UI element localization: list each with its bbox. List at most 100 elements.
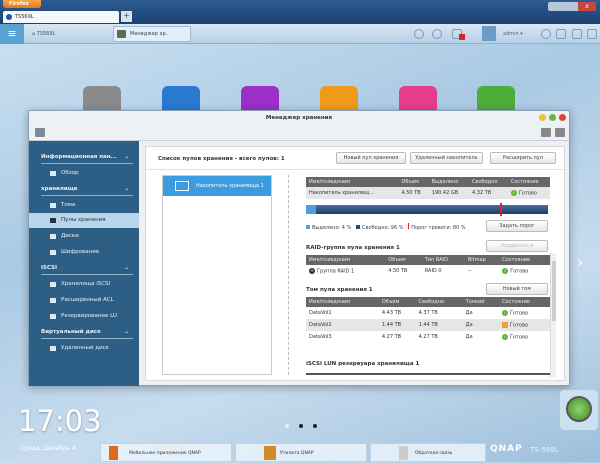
- qnap-logo: QNAP: [490, 444, 523, 454]
- iscsi-icon: [50, 282, 56, 287]
- sidebar-item-advanced-acl[interactable]: Расширенный ACL: [29, 293, 139, 308]
- check-icon: ✓: [501, 309, 508, 316]
- qnap-favicon-icon: [6, 14, 12, 20]
- next-page-arrow[interactable]: ›: [577, 252, 583, 271]
- expand-pool-button[interactable]: Расширить пул: [490, 152, 556, 164]
- allocated-fill: [306, 205, 316, 214]
- table-row[interactable]: Накопитель хранилищ... 4.50 TB 190.42 GB 4.…: [306, 187, 550, 199]
- settings-icon[interactable]: [541, 128, 551, 137]
- pool-list-item[interactable]: Накопитель хранилища 1: [163, 176, 271, 196]
- sidebar-group-virtual-disk[interactable]: Виртуальный диск ⌄: [41, 325, 133, 339]
- volume-section-title: Том пула хранения 1: [306, 287, 373, 293]
- sidebar-group-dashboard[interactable]: Информационная пан... ⌄: [41, 150, 133, 164]
- sidebar-item-encryption[interactable]: Шифрование: [29, 245, 139, 260]
- check-icon: ✓: [510, 189, 517, 196]
- table-row[interactable]: DataVol2 1.44 TB 1.44 TB Да Готово: [306, 319, 550, 331]
- lock-icon: [501, 321, 508, 328]
- set-threshold-button[interactable]: Задать порог: [486, 220, 548, 232]
- dashboard-gauge[interactable]: [560, 390, 598, 430]
- new-volume-button[interactable]: Новый том: [486, 283, 548, 295]
- window-toolbar: [29, 125, 569, 141]
- divider: [288, 175, 289, 375]
- disk-icon: [50, 234, 56, 239]
- volume-table: Имя/псевдоним Объем Свободно Тонкий Состояни…: [306, 297, 550, 343]
- home-label: TS569L: [36, 31, 56, 37]
- background-task-icon[interactable]: [432, 29, 442, 39]
- browser-tab[interactable]: TS569L: [3, 11, 119, 23]
- sidebar-item-disks[interactable]: Диски: [29, 229, 139, 244]
- expand-icon: +: [309, 267, 315, 274]
- pool-usage-bar: [306, 203, 548, 216]
- sidebar-item-storage-pools[interactable]: Пулы хранения: [29, 213, 139, 228]
- table-row[interactable]: DataVol1 4.43 TB 4.37 TB Да ✓ Готово: [306, 307, 550, 319]
- new-pool-button[interactable]: Новый пул хранения: [336, 152, 406, 164]
- check-icon: ✓: [501, 333, 508, 340]
- new-tab-button[interactable]: +: [121, 11, 132, 22]
- scrollbar-thumb[interactable]: [552, 261, 556, 321]
- check-icon: ✓: [502, 267, 509, 274]
- dock-feedback[interactable]: Обратная связь: [370, 443, 486, 462]
- user-menu[interactable]: admin ▾: [503, 24, 523, 44]
- sidebar-item-overview[interactable]: Обзор: [29, 166, 139, 181]
- options-icon[interactable]: [556, 29, 566, 39]
- usage-legend: Выделено: 4 % Свободно: 96 % Порог трево…: [306, 223, 466, 231]
- table-row[interactable]: DataVol3 4.27 TB 4.27 TB Да ✓ Готово: [306, 331, 550, 343]
- qts-toolbar: ≡ ⌂ TS569L Менеджер хр.. admin ▾: [0, 24, 600, 44]
- resource-monitor-icon[interactable]: [587, 29, 597, 39]
- chevron-down-icon: ⌄: [124, 329, 129, 335]
- sidebar-item-remote-disk[interactable]: Удаленный диск: [29, 341, 139, 356]
- minimize-button[interactable]: [539, 114, 546, 121]
- threshold-marker: [499, 203, 502, 216]
- gear-icon: [50, 298, 56, 303]
- pool-table: Имя/псевдоним Объем Выделено Свободно Состоя…: [306, 177, 550, 199]
- remote-disk-icon: [50, 346, 56, 351]
- app-tab-label: Менеджер хр..: [130, 31, 169, 37]
- raid-table: Имя/псевдоним Объем Тип RAID Bitmap Состояни…: [306, 255, 550, 277]
- sidebar-group-storage[interactable]: хранилище ⌄: [41, 182, 133, 196]
- key-icon: [50, 250, 56, 255]
- pool-list: Накопитель хранилища 1: [162, 175, 272, 375]
- page-dot[interactable]: [313, 424, 317, 428]
- remove-drive-button[interactable]: Удаленный накопитель: [410, 152, 483, 164]
- sidebar-item-iscsi-storage[interactable]: Хранилища iSCSI: [29, 277, 139, 292]
- gauge-icon: [566, 396, 592, 422]
- dock-mobile-app[interactable]: Мобильное приложение QNAP: [100, 443, 232, 462]
- manage-dropdown[interactable]: Управлять ▾: [486, 240, 548, 252]
- pool-list-title: Список пулов хранения - всего пулов: 1: [158, 156, 285, 162]
- list-icon: [50, 218, 56, 223]
- table-row[interactable]: + Группа RAID 1 4.50 TB RAID 0 -- ✓ Готово: [306, 265, 550, 277]
- volume-icon: [50, 203, 56, 208]
- iscsi-section-title: iSCSI LUN резервуара хранилища 1: [306, 361, 420, 367]
- firefox-menu-button[interactable]: Firefox: [3, 0, 41, 8]
- maximize-button[interactable]: [549, 114, 556, 121]
- page-dot[interactable]: [285, 424, 289, 428]
- sidebar-toggle-icon[interactable]: [35, 128, 45, 137]
- main-menu-button[interactable]: ≡: [0, 24, 24, 44]
- page-dot[interactable]: [299, 424, 303, 428]
- overview-icon: [50, 171, 56, 176]
- window-controls: x: [548, 2, 596, 11]
- help-icon[interactable]: [555, 128, 565, 137]
- sidebar-item-volumes[interactable]: Тома: [29, 198, 139, 213]
- notification-badge: [459, 34, 465, 40]
- raid-section-title: RAID-группа пула хранения 1: [306, 245, 400, 251]
- sidebar-group-iscsi[interactable]: iSCSI ⌄: [41, 261, 133, 275]
- search-icon[interactable]: [414, 29, 424, 39]
- dashboard-icon[interactable]: [572, 29, 582, 39]
- mobile-app-icon: [109, 446, 118, 460]
- chevron-down-icon: ⌄: [124, 154, 129, 160]
- avatar[interactable]: [482, 26, 496, 41]
- tab-title: TS569L: [15, 14, 34, 20]
- window-title: Менеджер хранения: [265, 115, 333, 121]
- backup-icon: [50, 314, 56, 319]
- close-window-button[interactable]: x: [578, 2, 596, 11]
- scrollbar[interactable]: [550, 253, 556, 377]
- close-button[interactable]: [559, 114, 566, 121]
- toolbox-icon: [264, 446, 276, 460]
- home-button[interactable]: ⌂ TS569L: [32, 24, 55, 44]
- storage-manager-icon: [117, 30, 126, 38]
- search-icon-2[interactable]: [541, 29, 551, 39]
- sidebar-item-lun-backup[interactable]: Резервирование LU: [29, 309, 139, 324]
- dock-qnap-utility[interactable]: Утилита QNAP: [235, 443, 367, 462]
- taskbar-storage-manager[interactable]: Менеджер хр..: [113, 26, 191, 42]
